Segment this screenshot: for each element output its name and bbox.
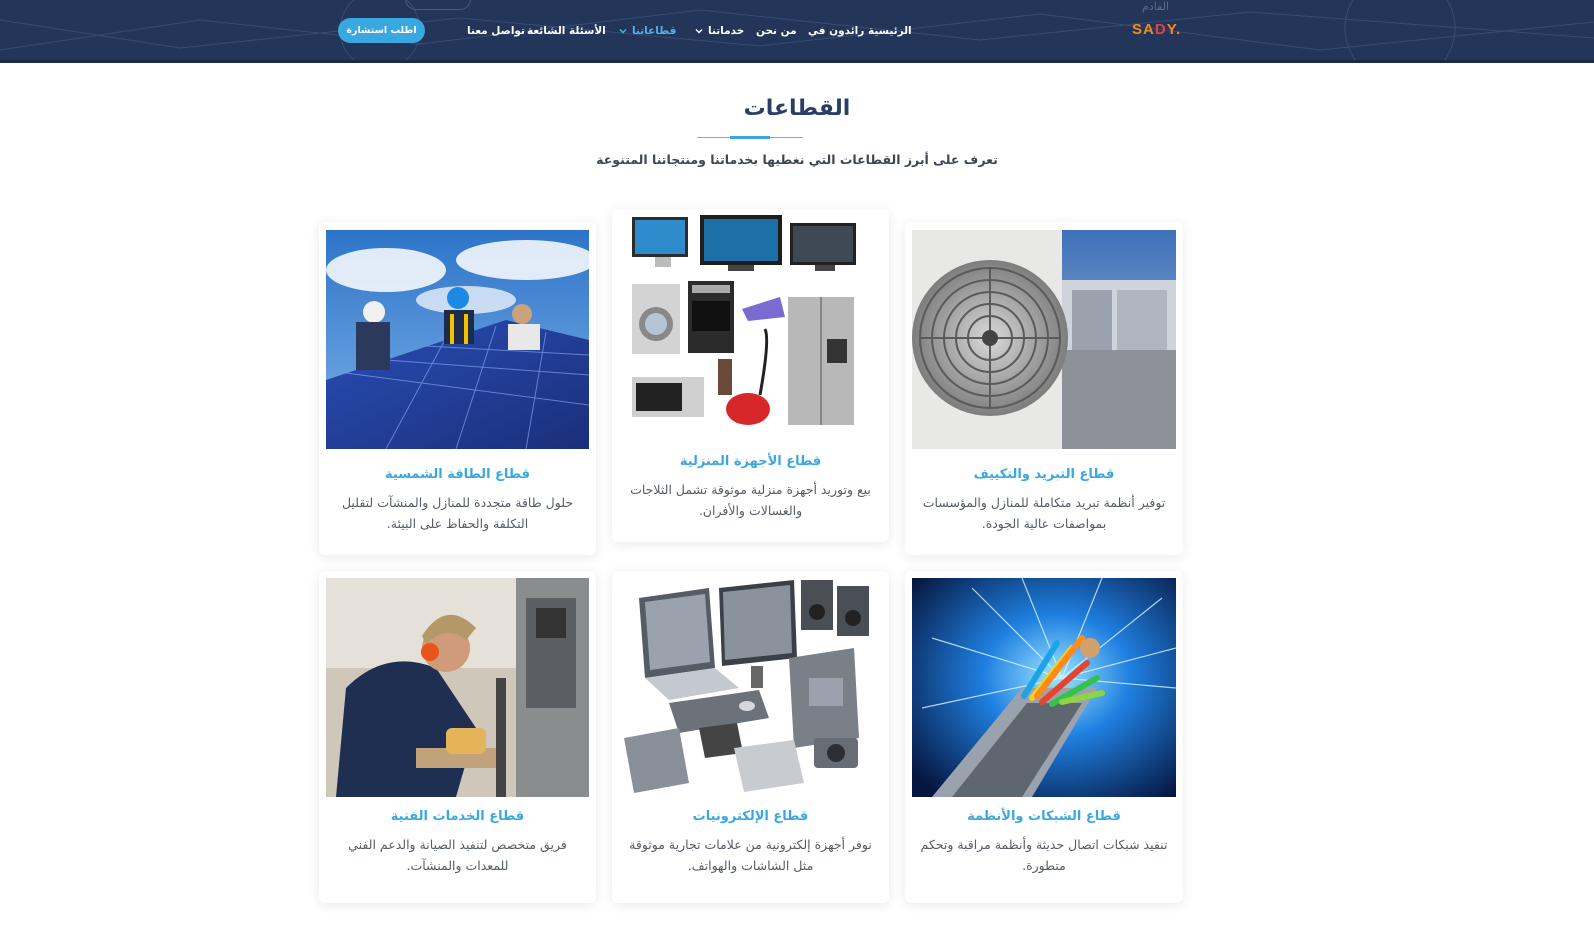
nav-services-label: خدماتنا: [708, 25, 745, 37]
faded-header-text: القادم: [1142, 0, 1170, 13]
card-title[interactable]: قطاع الأجهزة المنزلية: [612, 454, 889, 469]
card-description: فريق متخصص لتنفيذ الصيانة والدعم الفني ل…: [348, 837, 567, 873]
header-pattern: [0, 0, 1594, 60]
site-header: القادم SADY. الرئيسية رائدون في من نحن خ…: [0, 0, 1594, 63]
section-subtitle: تعرف على أبرز القطاعات التي نغطيها بخدما…: [596, 152, 998, 167]
card-title[interactable]: قطاع الخدمات الفنية: [319, 809, 596, 824]
solar-panels-image: [326, 230, 589, 449]
nav-pioneers[interactable]: رائدون في: [808, 23, 864, 39]
header-ghost-button[interactable]: [405, 0, 471, 10]
chevron-down-icon: [619, 29, 627, 34]
nav-faq[interactable]: الأسئلة الشائعة: [527, 23, 606, 39]
chevron-down-icon: [695, 29, 703, 34]
card-title[interactable]: قطاع الطاقة الشمسية: [319, 467, 596, 482]
logo-text-main: SA: [1132, 21, 1155, 38]
card-title[interactable]: قطاع التبريد والتكييف: [905, 467, 1183, 482]
card-description: تنفيذ شبكات اتصال حديثة وأنظمة مراقبة وت…: [920, 837, 1168, 873]
nav-sectors[interactable]: قطاعاتنا: [618, 23, 676, 39]
nav-home-label: الرئيسية: [868, 25, 912, 37]
site-logo[interactable]: SADY.: [1132, 21, 1181, 38]
request-consultation-button[interactable]: اطلب استشارة: [338, 18, 425, 43]
nav-home[interactable]: الرئيسية: [868, 23, 912, 39]
nav-pioneers-label: رائدون في: [808, 25, 865, 37]
nav-about-label: من نحن: [756, 25, 797, 37]
nav-about[interactable]: من نحن: [756, 23, 797, 39]
sector-card-technical-services[interactable]: قطاع الخدمات الفنية فريق متخصص لتنفيذ ال…: [319, 571, 596, 903]
nav-contact[interactable]: تواصل معنا: [467, 23, 525, 39]
card-description: حلول طاقة متجددة للمنازل والمنشآت لتقليل…: [341, 495, 574, 531]
nav-services[interactable]: خدماتنا: [694, 23, 744, 39]
sector-card-solar[interactable]: قطاع الطاقة الشمسية حلول طاقة متجددة للم…: [319, 222, 596, 555]
section-title: القطاعات: [743, 96, 851, 121]
sector-card-networks[interactable]: قطاع الشبكات والأنظمة تنفيذ شبكات اتصال …: [905, 571, 1183, 903]
logo-text-end: Y.: [1166, 21, 1182, 38]
nav-sectors-label: قطاعاتنا: [632, 25, 677, 37]
air-conditioner-image: [912, 230, 1176, 449]
logo-text-accent: D: [1154, 21, 1167, 38]
sector-card-home-appliances[interactable]: قطاع الأجهزة المنزلية بيع وتوريد أجهزة م…: [612, 209, 889, 542]
sector-card-electronics[interactable]: قطاع الإلكترونيات نوفر أجهزة إلكترونية م…: [612, 571, 889, 903]
nav-faq-label: الأسئلة الشائعة: [527, 25, 606, 37]
technician-image: [326, 578, 589, 797]
title-divider-accent: [730, 136, 770, 139]
home-appliances-image: [620, 209, 881, 435]
card-title[interactable]: قطاع الإلكترونيات: [612, 809, 889, 824]
card-description: نوفر أجهزة إلكترونية من علامات تجارية مو…: [629, 837, 872, 873]
electronics-image: [619, 578, 882, 797]
card-description: توفير أنظمة تبريد متكاملة للمنازل والمؤس…: [922, 495, 1166, 531]
card-title[interactable]: قطاع الشبكات والأنظمة: [905, 809, 1183, 824]
fiber-cable-image: [912, 578, 1176, 797]
sector-card-cooling[interactable]: قطاع التبريد والتكييف توفير أنظمة تبريد …: [905, 222, 1183, 555]
nav-contact-label: تواصل معنا: [467, 25, 525, 37]
card-description: بيع وتوريد أجهزة منزلية موثوقة تشمل الثل…: [630, 482, 871, 518]
